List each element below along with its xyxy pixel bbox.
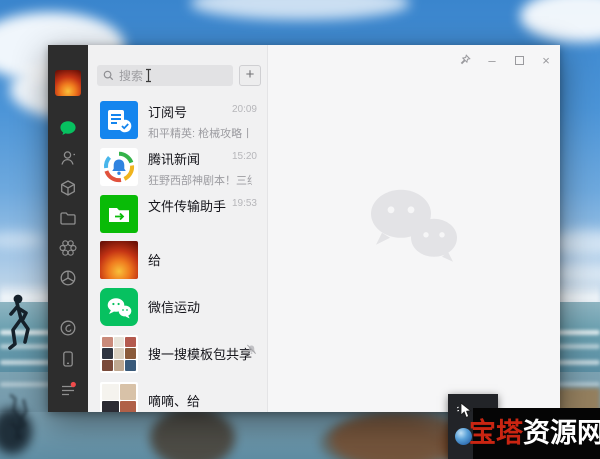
chat-time: 19:53	[231, 198, 257, 209]
more-menu-icon[interactable]	[58, 380, 78, 400]
search-placeholder: 搜索	[119, 69, 144, 83]
chat-item-tencent-news[interactable]: 腾讯新闻 狂野西部神剧本！三组以... 15:20	[88, 142, 267, 189]
phone-icon[interactable]	[58, 349, 78, 369]
mini-programs-icon[interactable]	[58, 318, 78, 338]
chat-list-panel: 搜索 + 订阅号 和平精英: 枪械攻略丨M1... 20:09	[88, 45, 268, 412]
chat-title: 嘀嘀、给	[148, 394, 201, 409]
search-icon	[103, 70, 114, 81]
add-chat-button[interactable]: +	[239, 65, 261, 86]
chat-item-file-transfer[interactable]: 文件传输助手 19:53	[88, 189, 267, 236]
notification-badge	[70, 381, 76, 388]
text-cursor	[146, 68, 152, 83]
chat-title: 文件传输助手	[148, 199, 227, 214]
collections-cube-icon[interactable]	[58, 178, 78, 198]
group-avatar	[100, 381, 138, 412]
chat-files-folder-icon[interactable]	[58, 208, 78, 228]
contacts-icon[interactable]	[58, 148, 78, 168]
banner-text-highlight: 宝塔	[469, 418, 523, 448]
banner-text: 资源网	[523, 418, 600, 448]
search-row: 搜索 +	[88, 45, 267, 95]
chat-time: 15:20	[231, 151, 257, 162]
screen: 搜索 + 订阅号 和平精英: 枪械攻略丨M1... 20:09	[0, 0, 600, 459]
moments-flower-icon[interactable]	[58, 238, 78, 258]
wechat-sports-avatar	[100, 287, 138, 326]
chat-item-wechat-sports[interactable]: 微信运动	[88, 283, 267, 330]
chat-title: 微信运动	[148, 300, 201, 315]
tencent-news-avatar	[100, 148, 138, 186]
search-input[interactable]: 搜索	[97, 65, 233, 86]
group-avatar	[100, 334, 138, 373]
chat-item-didi-gei[interactable]: 嘀嘀、给	[88, 377, 267, 412]
close-button[interactable]: ×	[537, 51, 555, 69]
chat-preview: 狂野西部神剧本！三组以...	[148, 175, 252, 187]
channels-aperture-icon[interactable]	[58, 268, 78, 288]
watermark-banner: 宝塔 资源网	[469, 408, 600, 459]
chat-title: 搜一搜模板包共享群	[148, 347, 252, 362]
window-controls: – ×	[456, 51, 555, 69]
chat-item-template-group[interactable]: 搜一搜模板包共享群	[88, 330, 267, 377]
runner-silhouette	[8, 294, 30, 350]
profile-avatar[interactable]	[55, 70, 81, 96]
reflection-blob	[150, 408, 235, 459]
chat-main-panel: – ×	[268, 45, 560, 412]
maximize-button[interactable]	[510, 51, 528, 69]
pin-icon	[460, 54, 471, 65]
chat-time: 20:09	[231, 104, 257, 115]
chat-items: 订阅号 和平精英: 枪械攻略丨M1... 20:09 腾讯新闻 狂野西部神剧本！…	[88, 95, 267, 412]
chat-title: 给	[148, 253, 162, 268]
flame-avatar	[100, 240, 138, 279]
maximize-icon	[514, 55, 524, 65]
pin-button[interactable]	[456, 51, 474, 69]
runner-reflection	[9, 393, 28, 441]
subscriptions-avatar	[100, 101, 138, 139]
mute-icon	[247, 344, 256, 355]
chats-icon[interactable]	[58, 118, 78, 138]
chat-preview: 和平精英: 枪械攻略丨M1...	[148, 128, 252, 140]
wechat-window: 搜索 + 订阅号 和平精英: 枪械攻略丨M1... 20:09	[48, 45, 560, 412]
chat-item-gei[interactable]: 给	[88, 236, 267, 283]
sidebar	[48, 45, 88, 412]
wechat-logo-watermark	[371, 189, 457, 262]
file-transfer-avatar	[100, 195, 138, 233]
minimize-button[interactable]: –	[483, 51, 501, 69]
chat-item-subscriptions[interactable]: 订阅号 和平精英: 枪械攻略丨M1... 20:09	[88, 95, 267, 142]
